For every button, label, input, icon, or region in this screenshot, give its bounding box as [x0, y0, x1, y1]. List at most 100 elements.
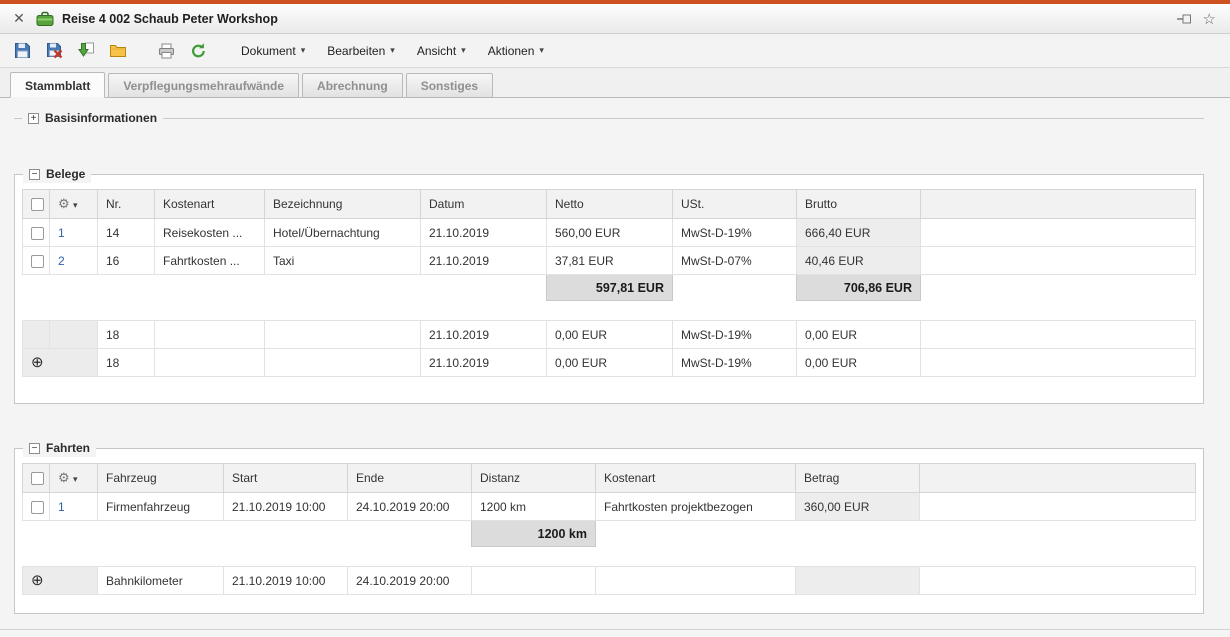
cell-nr[interactable]: 18	[98, 349, 155, 377]
cell-bezeichnung[interactable]: Hotel/Übernachtung	[265, 219, 421, 247]
row-select-cell[interactable]	[23, 219, 50, 247]
cell-brutto[interactable]: 0,00 EUR	[797, 321, 921, 349]
fahrten-group: − Fahrten ⚙ ▾ Fahrzeug Start Ende Distan…	[14, 448, 1204, 614]
cell-start[interactable]: 21.10.2019 10:00	[224, 493, 348, 521]
col-header-bezeichnung[interactable]: Bezeichnung	[265, 190, 421, 219]
cell-nr[interactable]: 14	[98, 219, 155, 247]
spacer-row	[23, 547, 1196, 567]
titlebar-actions: ☆	[1176, 10, 1220, 28]
print-button[interactable]	[152, 38, 180, 64]
star-icon[interactable]: ☆	[1203, 10, 1216, 28]
section-line	[163, 118, 1204, 119]
tab-stammblatt[interactable]: Stammblatt	[10, 72, 105, 98]
cell-netto[interactable]: 560,00 EUR	[547, 219, 673, 247]
add-entry-button[interactable]: ⊕	[23, 349, 98, 377]
menu-ansicht[interactable]: Ansicht ▾	[408, 40, 475, 62]
cell-kostenart[interactable]	[155, 321, 265, 349]
cell-ust[interactable]: MwSt-D-19%	[673, 219, 797, 247]
col-header-start[interactable]: Start	[224, 464, 348, 493]
menu-dokument[interactable]: Dokument ▾	[232, 40, 314, 62]
cell-distanz[interactable]	[472, 567, 596, 595]
cell-betrag[interactable]: 360,00 EUR	[796, 493, 920, 521]
col-header-betrag[interactable]: Betrag	[796, 464, 920, 493]
select-all-cell[interactable]	[23, 464, 50, 493]
col-header-ende[interactable]: Ende	[348, 464, 472, 493]
row-checkbox[interactable]	[31, 255, 44, 268]
pin-icon[interactable]	[1176, 12, 1193, 26]
cell-brutto[interactable]: 0,00 EUR	[797, 349, 921, 377]
tab-sonstiges[interactable]: Sonstiges	[406, 73, 493, 97]
cell-ende[interactable]: 24.10.2019 20:00	[348, 567, 472, 595]
add-entry-button[interactable]: ⊕	[23, 567, 98, 595]
tab-abrechnung[interactable]: Abrechnung	[302, 73, 403, 97]
cell-kostenart[interactable]: Reisekosten ...	[155, 219, 265, 247]
cell-brutto[interactable]: 40,46 EUR	[797, 247, 921, 275]
cell-kostenart[interactable]: Fahrtkosten projektbezogen	[596, 493, 796, 521]
delete-button[interactable]	[40, 38, 68, 64]
refresh-button[interactable]	[184, 38, 212, 64]
select-all-cell[interactable]	[23, 190, 50, 219]
belege-legend: − Belege	[23, 165, 91, 183]
cell-ust[interactable]: MwSt-D-19%	[673, 349, 797, 377]
collapse-icon[interactable]: −	[29, 169, 40, 180]
cell-netto[interactable]: 0,00 EUR	[547, 321, 673, 349]
collapse-icon[interactable]: −	[29, 443, 40, 454]
row-number[interactable]: 2	[50, 247, 98, 275]
export-button[interactable]	[72, 38, 100, 64]
cell-ust[interactable]: MwSt-D-07%	[673, 247, 797, 275]
cell-datum[interactable]: 21.10.2019	[421, 321, 547, 349]
row-select-cell[interactable]	[23, 493, 50, 521]
cell-ust[interactable]: MwSt-D-19%	[673, 321, 797, 349]
expand-icon[interactable]: +	[28, 113, 39, 124]
col-header-brutto[interactable]: Brutto	[797, 190, 921, 219]
cell-bezeichnung[interactable]: Taxi	[265, 247, 421, 275]
select-all-checkbox[interactable]	[31, 472, 44, 485]
cell-fahrzeug[interactable]: Firmenfahrzeug	[98, 493, 224, 521]
row-checkbox[interactable]	[31, 227, 44, 240]
cell-ende[interactable]: 24.10.2019 20:00	[348, 493, 472, 521]
col-header-netto[interactable]: Netto	[547, 190, 673, 219]
cell-start[interactable]: 21.10.2019 10:00	[224, 567, 348, 595]
save-button[interactable]	[8, 38, 36, 64]
col-header-ust[interactable]: USt.	[673, 190, 797, 219]
tab-verpflegungsmehraufwaende[interactable]: Verpflegungsmehraufwände	[108, 73, 299, 97]
section-basisinformationen: + Basisinformationen	[14, 108, 1204, 128]
cell-kostenart[interactable]	[155, 349, 265, 377]
col-header-distanz[interactable]: Distanz	[472, 464, 596, 493]
menu-bearbeiten[interactable]: Bearbeiten ▾	[318, 40, 404, 62]
section-line	[14, 118, 22, 119]
window-bottom-edge	[0, 629, 1230, 630]
close-icon[interactable]: ✕	[10, 10, 28, 27]
cell-datum[interactable]: 21.10.2019	[421, 219, 547, 247]
row-select-cell[interactable]	[23, 247, 50, 275]
cell-brutto[interactable]: 666,40 EUR	[797, 219, 921, 247]
cell-nr[interactable]: 18	[98, 321, 155, 349]
select-all-checkbox[interactable]	[31, 198, 44, 211]
row-number[interactable]: 1	[50, 493, 98, 521]
cell-nr[interactable]: 16	[98, 247, 155, 275]
col-header-kostenart[interactable]: Kostenart	[596, 464, 796, 493]
travel-app-icon	[36, 11, 54, 27]
col-header-kostenart[interactable]: Kostenart	[155, 190, 265, 219]
cell-fahrzeug[interactable]: Bahnkilometer	[98, 567, 224, 595]
row-number[interactable]: 1	[50, 219, 98, 247]
cell-kostenart[interactable]	[596, 567, 796, 595]
column-settings-button[interactable]: ⚙ ▾	[50, 464, 98, 493]
cell-kostenart[interactable]: Fahrtkosten ...	[155, 247, 265, 275]
cell-betrag[interactable]	[796, 567, 920, 595]
cell-distanz[interactable]: 1200 km	[472, 493, 596, 521]
cell-bezeichnung[interactable]	[265, 349, 421, 377]
col-header-fahrzeug[interactable]: Fahrzeug	[98, 464, 224, 493]
row-checkbox[interactable]	[31, 501, 44, 514]
menu-aktionen[interactable]: Aktionen ▾	[479, 40, 553, 62]
col-header-datum[interactable]: Datum	[421, 190, 547, 219]
cell-datum[interactable]: 21.10.2019	[421, 247, 547, 275]
chevron-down-icon: ▾	[390, 45, 395, 56]
column-settings-button[interactable]: ⚙ ▾	[50, 190, 98, 219]
folder-button[interactable]	[104, 38, 132, 64]
cell-bezeichnung[interactable]	[265, 321, 421, 349]
cell-netto[interactable]: 37,81 EUR	[547, 247, 673, 275]
col-header-nr[interactable]: Nr.	[98, 190, 155, 219]
cell-datum[interactable]: 21.10.2019	[421, 349, 547, 377]
cell-netto[interactable]: 0,00 EUR	[547, 349, 673, 377]
